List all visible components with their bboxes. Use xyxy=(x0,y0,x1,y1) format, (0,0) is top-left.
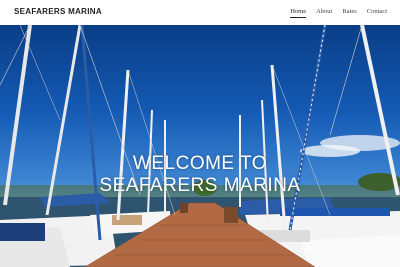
hero-headline-line1: WELCOME TO xyxy=(132,153,268,174)
nav-home[interactable]: Home xyxy=(290,8,307,18)
site-header: SEAFARERS MARINA Home About Rates Contac… xyxy=(0,0,400,25)
main-nav: Home About Rates Contact xyxy=(290,8,387,18)
nav-about[interactable]: About xyxy=(316,8,332,18)
hero-headline: WELCOME TO SEAFARERS MARINA xyxy=(0,153,400,197)
marina-photo xyxy=(0,25,400,267)
hero-headline-line2: SEAFARERS MARINA xyxy=(99,175,301,196)
site-logo[interactable]: SEAFARERS MARINA xyxy=(14,7,102,16)
nav-rates[interactable]: Rates xyxy=(342,8,356,18)
hero-banner: WELCOME TO SEAFARERS MARINA xyxy=(0,25,400,267)
nav-contact[interactable]: Contact xyxy=(367,8,387,18)
